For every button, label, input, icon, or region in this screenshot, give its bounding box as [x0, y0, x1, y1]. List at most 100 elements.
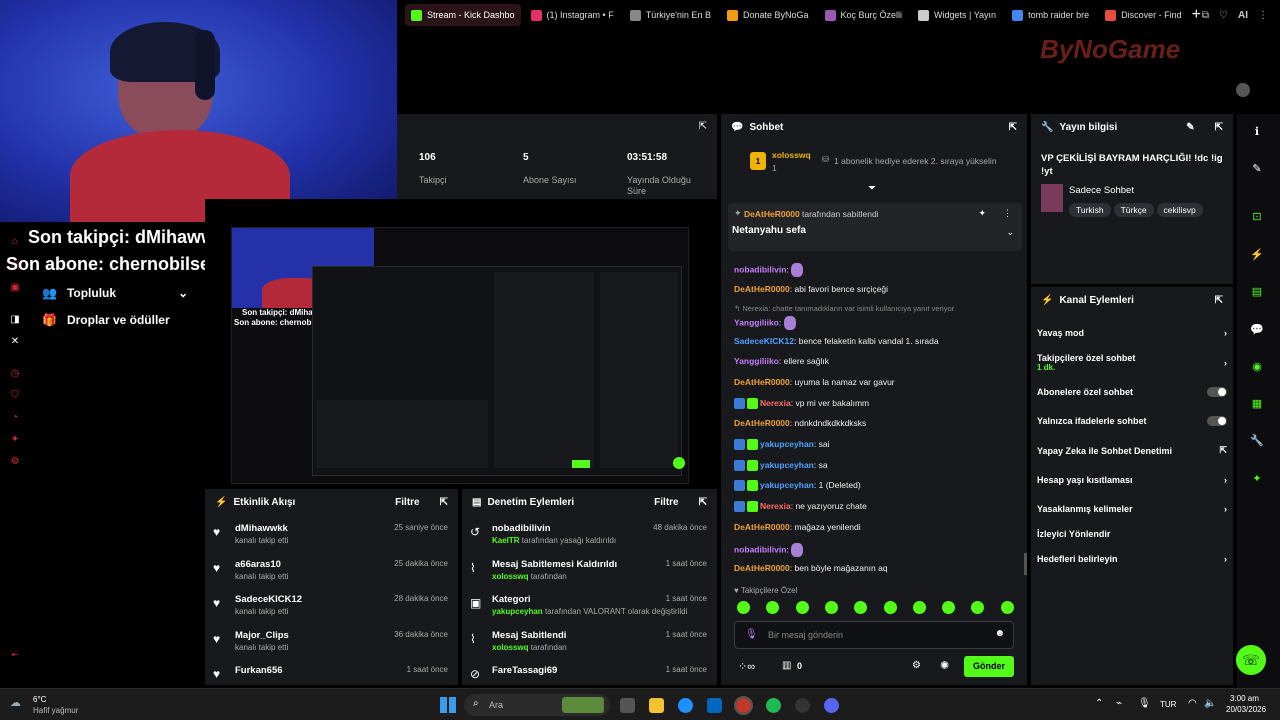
activity-row[interactable]: ♥ SadeceKICK12 kanalı takip etti 28 dakika …: [205, 594, 458, 630]
clock-icon[interactable]: ◔: [8, 412, 22, 426]
chat-username[interactable]: Nerexia: [760, 501, 791, 511]
wifi-icon[interactable]: ◠: [1188, 698, 1197, 709]
emoji-icon[interactable]: ☻: [994, 628, 1005, 639]
chat-username[interactable]: Nerexia: [760, 398, 791, 408]
emote-picker-icon[interactable]: ✺: [940, 659, 949, 672]
microphone-icon[interactable]: 🎙: [745, 629, 758, 640]
chat-scrollbar[interactable]: [1024, 553, 1027, 575]
spotify-icon[interactable]: [766, 698, 781, 713]
media-icon[interactable]: ▣: [8, 282, 22, 296]
expand-icon[interactable]: ⇱: [699, 497, 707, 508]
chat-username[interactable]: DeAtHeR0000: [734, 563, 790, 573]
browser-tab[interactable]: Donate ByNoGa: [721, 4, 815, 26]
browser-tab[interactable]: tomb raider bre: [1006, 4, 1095, 26]
pinned-message[interactable]: ✦ DeAtHeR0000 tarafından sabitlendi ✦ ⋮ …: [728, 203, 1022, 251]
emote-icon[interactable]: [824, 601, 838, 614]
lightning-icon[interactable]: ⚡: [1250, 248, 1264, 262]
activity-row[interactable]: ♥ Major_Clips kanalı takip etti 36 dakika ö…: [205, 630, 458, 666]
infinity-icon[interactable]: ⁘∞: [738, 660, 755, 673]
browser-tab[interactable]: Discover - Find: [1099, 4, 1188, 26]
expand-icon[interactable]: ⇱: [699, 121, 707, 132]
browser-tab[interactable]: Koç Burç Özelli: [819, 4, 909, 26]
chat-message[interactable]: nobadibilivin:: [734, 543, 804, 557]
start-icon[interactable]: [440, 697, 456, 713]
browser-tab[interactable]: Stream - Kick Dashbo: [405, 4, 521, 26]
plugin-icon[interactable]: ✦: [8, 434, 22, 448]
settings-icon[interactable]: ⚙: [8, 456, 22, 470]
more-icon[interactable]: ⋮: [1003, 208, 1012, 219]
info-icon[interactable]: ℹ: [1250, 125, 1264, 139]
browser-tab[interactable]: Widgets | Yayın: [912, 4, 1002, 26]
chat-message[interactable]: DeAtHeR0000: ndnkdndkdkkdksks: [734, 418, 866, 428]
chevron-right-icon[interactable]: ›: [1224, 504, 1227, 514]
chat-username[interactable]: Yanggiliiko: [734, 356, 779, 366]
channel-action-row[interactable]: Yalnızca ifadelerle sohbet: [1037, 416, 1227, 426]
twitch-icon[interactable]: ◨: [8, 314, 22, 328]
collapse-icon[interactable]: ⇤: [8, 650, 22, 664]
capture-icon[interactable]: ⊡: [1250, 210, 1264, 224]
unpin-icon[interactable]: ✦: [978, 208, 986, 219]
favorite-icon[interactable]: ♡: [1219, 10, 1228, 21]
chat-input[interactable]: 🎙 Bir mesaj gönderin ☻: [734, 621, 1014, 649]
chat-username[interactable]: nobadibilivin: [734, 264, 786, 274]
opera-icon[interactable]: [734, 696, 753, 715]
send-button[interactable]: Gönder: [964, 656, 1014, 677]
channel-action-row[interactable]: Yavaş mod ›: [1037, 328, 1227, 338]
chat-settings-icon[interactable]: ⚙: [912, 660, 921, 671]
gift-box-icon[interactable]: ▥: [782, 660, 791, 671]
chat-message[interactable]: DeAtHeR0000: ben böyle mağazanın aq: [734, 563, 888, 573]
emote-icon[interactable]: [942, 601, 956, 614]
external-link-icon[interactable]: ⇱: [1219, 445, 1227, 456]
chat-message[interactable]: Yanggiliiko: ellere sağlık: [734, 356, 829, 366]
chat-message[interactable]: SadeceKICK12: bence felaketin kalbi vand…: [734, 336, 939, 346]
profile-avatar[interactable]: [1236, 83, 1250, 97]
chat-message[interactable]: Yanggiliiko:: [734, 316, 796, 330]
clipboard-icon[interactable]: ▤: [1250, 285, 1264, 299]
ai-button[interactable]: AI: [1238, 10, 1248, 21]
chat-message[interactable]: yakupceyhan: 1 (Deleted): [734, 480, 861, 492]
channel-action-row[interactable]: Hesap yaşı kısıtlaması ›: [1037, 475, 1227, 485]
edge-icon[interactable]: [678, 698, 693, 713]
channel-action-row[interactable]: Takipçilere özel sohbet 1 dk. ›: [1037, 353, 1227, 372]
chat-message[interactable]: yakupceyhan: sa: [734, 460, 828, 472]
discord-icon[interactable]: [824, 698, 839, 713]
expand-icon[interactable]: ⇱: [1215, 122, 1223, 133]
file-explorer-icon[interactable]: [649, 698, 664, 713]
chat-bubble-icon[interactable]: 💬: [1250, 323, 1264, 337]
activity-row[interactable]: ♥ a66aras10 kanalı takip etti 25 dakika önc…: [205, 559, 458, 595]
task-view-icon[interactable]: [620, 698, 635, 713]
emote-icon[interactable]: [912, 601, 926, 614]
chat-message[interactable]: ↰ Nerexia: chatte tanımadıkların var isi…: [734, 303, 954, 313]
emote-icon[interactable]: [1000, 601, 1014, 614]
chat-message[interactable]: DeAtHeR0000: uyuma la namaz var gavur: [734, 377, 895, 387]
emote-icon[interactable]: [737, 601, 750, 614]
browser-tab[interactable]: (1) Instagram • F: [525, 4, 620, 26]
new-tab-icon[interactable]: +: [1192, 6, 1201, 24]
chat-username[interactable]: nobadibilivin: [734, 544, 786, 554]
chat-username[interactable]: DeAtHeR0000: [734, 377, 790, 387]
emote-icon[interactable]: [883, 601, 897, 614]
chat-username[interactable]: SadeceKICK12: [734, 336, 794, 346]
clock-date[interactable]: 20/03/2026: [1226, 705, 1266, 714]
channel-action-row[interactable]: İzleyici Yönlendir: [1037, 529, 1227, 539]
chevron-right-icon[interactable]: ›: [1224, 475, 1227, 485]
volume-icon[interactable]: 🔈: [1204, 698, 1216, 709]
taskbar-search[interactable]: ⌕ Ara: [464, 694, 610, 716]
nav-community[interactable]: 👥 Topluluk ⌄: [42, 286, 188, 300]
moderation-row[interactable]: ▣ Kategori yakupceyhan tarafından VALORANT…: [462, 594, 717, 630]
moderation-row[interactable]: ⌇ Mesaj Sabitlemesi Kaldırıldı xolosswq ta…: [462, 559, 717, 595]
menu-icon[interactable]: ⋮: [1258, 10, 1268, 21]
stream-tag[interactable]: cekilisvp: [1156, 203, 1203, 217]
store-icon[interactable]: [707, 698, 722, 713]
channel-action-row[interactable]: Yapay Zeka ile Sohbet Denetimi ⇱: [1037, 445, 1227, 456]
x-icon[interactable]: ✕: [8, 336, 22, 350]
chat-message[interactable]: Nerexia: vp mi ver bakalımm: [734, 398, 869, 410]
mic-icon[interactable]: 🎙: [1138, 698, 1151, 709]
history-icon[interactable]: ◷: [8, 368, 22, 382]
chat-username[interactable]: yakupceyhan: [760, 439, 814, 449]
obs-icon[interactable]: [795, 698, 810, 713]
chat-username[interactable]: yakupceyhan: [760, 460, 814, 470]
chat-filter-icon[interactable]: ⏷: [868, 183, 876, 194]
chevron-right-icon[interactable]: ›: [1224, 358, 1227, 368]
channel-action-row[interactable]: Hedefleri belirleyin ›: [1037, 554, 1227, 564]
